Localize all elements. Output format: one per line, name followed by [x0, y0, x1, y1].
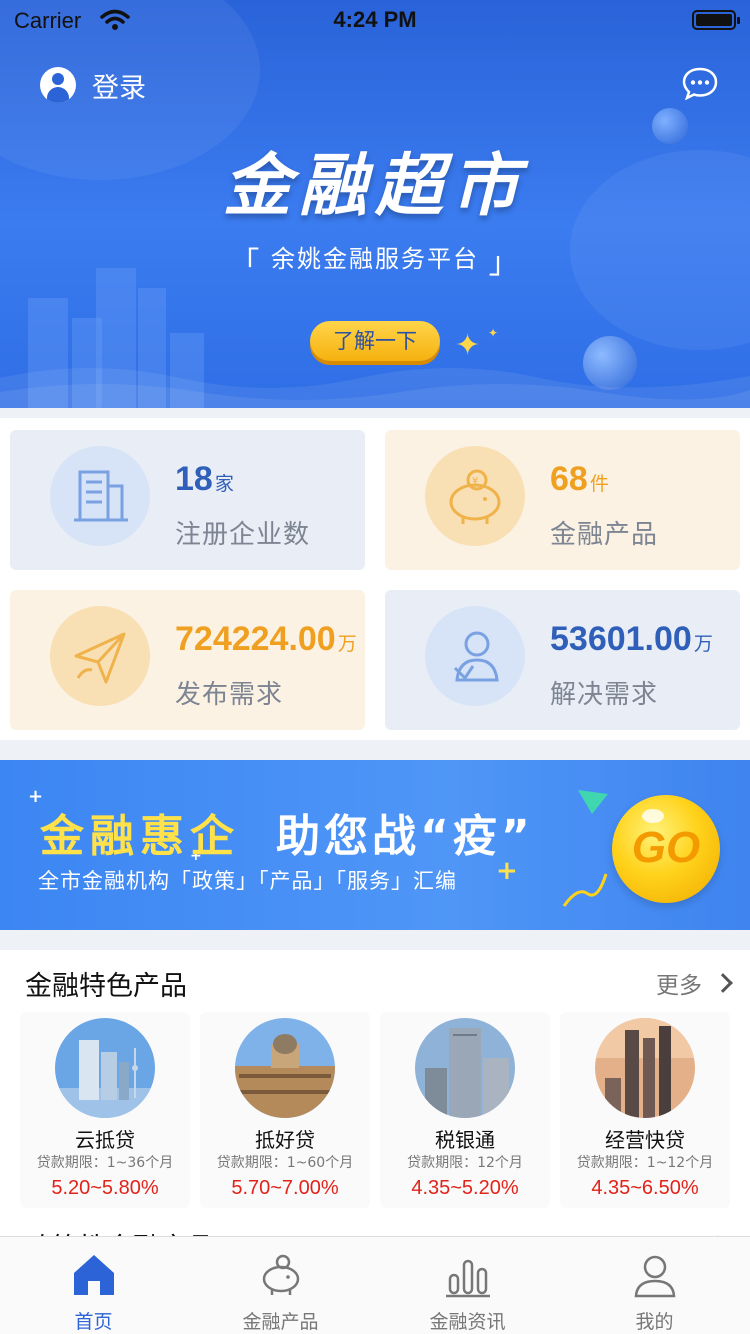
- stat-label: 发布需求: [175, 680, 284, 710]
- paper-plane-icon: [74, 632, 126, 684]
- product-term: 贷款期限：1~12个月: [576, 1155, 714, 1171]
- battery-icon: [692, 10, 740, 30]
- product-image: [595, 1018, 695, 1118]
- stat-label: 解决需求: [550, 680, 659, 710]
- avatar-icon: [40, 67, 76, 103]
- product-name: 云抵贷: [75, 1128, 135, 1152]
- tab-mine[interactable]: 我的: [561, 1237, 748, 1334]
- product-card[interactable]: 云抵贷 贷款期限：1~36个月 5.20~5.80%: [20, 1012, 190, 1208]
- tab-news[interactable]: 金融资讯: [374, 1237, 561, 1334]
- tab-products[interactable]: 金融产品: [187, 1237, 374, 1334]
- subtitle-text: 余姚金融服务平台: [271, 245, 479, 273]
- stat-card-published-demand[interactable]: 724224.00 万 发布需求: [10, 590, 365, 730]
- product-image: [55, 1018, 155, 1118]
- product-term: 贷款期限：1~36个月: [36, 1155, 174, 1171]
- chat-bubble-icon[interactable]: [682, 66, 718, 100]
- promo-banner[interactable]: + + + 金融惠企 助您战“疫” 全市金融机构「政策」「产品」「服务」汇编 G…: [0, 760, 750, 930]
- product-card[interactable]: 抵好贷 贷款期限：1~60个月 5.70~7.00%: [200, 1012, 370, 1208]
- user-icon: [634, 1255, 676, 1298]
- stat-icon-bg: [425, 606, 525, 706]
- clock: 4:24 PM: [333, 7, 417, 32]
- squiggle-decor-icon: [562, 873, 608, 907]
- stat-icon-bg: ¥: [425, 446, 525, 546]
- banner-subtitle: 全市金融机构「政策」「产品」「服务」汇编: [38, 869, 457, 893]
- tab-label: 我的: [635, 1311, 674, 1333]
- stats-grid: 18 家 注册企业数 ¥ 68 件 金融产品 724224.00 万 发布需求 …: [0, 418, 750, 740]
- login-label: 登录: [92, 72, 146, 104]
- tab-label: 金融产品: [242, 1311, 319, 1333]
- tab-label: 金融资讯: [429, 1311, 506, 1333]
- tab-label: 首页: [74, 1311, 113, 1333]
- product-rate: 4.35~5.20%: [411, 1177, 519, 1199]
- page-title: 金融超市: [222, 147, 527, 226]
- go-label: GO: [631, 823, 701, 872]
- stat-value: 724224.00 万: [175, 620, 357, 658]
- stat-icon-bg: [50, 446, 150, 546]
- more-link[interactable]: 更多: [656, 966, 733, 1000]
- stat-label: 注册企业数: [175, 520, 311, 550]
- product-term: 贷款期限：12个月: [407, 1155, 523, 1171]
- more-label: 更多: [656, 973, 702, 999]
- sparkle-icon: ✦: [488, 326, 499, 340]
- go-button[interactable]: GO: [612, 795, 720, 903]
- stat-value: 68 件: [550, 460, 609, 498]
- chevron-right-icon: [713, 973, 733, 993]
- learn-more-button[interactable]: 了解一下: [310, 321, 440, 361]
- home-icon: [74, 1255, 114, 1295]
- section-title: 金融特色产品: [25, 971, 187, 1002]
- product-name: 经营快贷: [605, 1128, 685, 1152]
- product-term: 贷款期限：1~60个月: [216, 1155, 354, 1171]
- featured-products-section: 金融特色产品 更多 云抵贷 贷款期限：1~36个月 5.20~5.80% 抵好贷…: [0, 950, 750, 1264]
- banner-title-yellow: 金融惠企: [40, 811, 240, 862]
- sparkle-icon: ✦: [455, 328, 481, 363]
- stat-value: 18 家: [175, 460, 234, 498]
- hero-header: Carrier 4:24 PM 登录 金融超市 「 余姚金融服务平台 」 了解一…: [0, 0, 750, 408]
- piggy-bank-icon: ¥: [449, 469, 501, 524]
- product-card[interactable]: 税银通 贷款期限：12个月 4.35~5.20%: [380, 1012, 550, 1208]
- tab-home[interactable]: 首页: [0, 1237, 187, 1334]
- user-check-icon: [453, 631, 499, 682]
- login-button[interactable]: 登录: [40, 66, 146, 104]
- product-image: [235, 1018, 335, 1118]
- tab-bar: 首页 金融产品 金融资讯 我的: [0, 1236, 750, 1334]
- stat-card-solved-demand[interactable]: 53601.00 万 解决需求: [385, 590, 740, 730]
- stat-value: 53601.00 万: [550, 620, 713, 658]
- bar-chart-icon: [446, 1259, 490, 1298]
- product-rate: 5.20~5.80%: [51, 1177, 159, 1199]
- product-rate: 4.35~6.50%: [591, 1177, 699, 1199]
- product-rate: 5.70~7.00%: [231, 1177, 339, 1199]
- product-name: 抵好贷: [255, 1128, 315, 1152]
- stat-card-enterprises[interactable]: 18 家 注册企业数: [10, 430, 365, 570]
- triangle-decor-icon: [578, 790, 608, 814]
- product-image: [415, 1018, 515, 1118]
- svg-text:¥: ¥: [472, 476, 478, 487]
- product-name: 税银通: [435, 1128, 495, 1152]
- stat-card-products[interactable]: ¥ 68 件 金融产品: [385, 430, 740, 570]
- platform-subtitle: 「 余姚金融服务平台 」: [229, 245, 521, 281]
- status-bar: Carrier 4:24 PM: [0, 0, 750, 40]
- banner-title-white: 助您战“疫”: [276, 811, 534, 862]
- stat-icon-bg: [50, 606, 150, 706]
- building-icon: [74, 470, 128, 522]
- product-card[interactable]: 经营快贷 贷款期限：1~12个月 4.35~6.50%: [560, 1012, 730, 1208]
- piggy-bank-icon: [262, 1254, 300, 1295]
- stat-label: 金融产品: [550, 520, 659, 550]
